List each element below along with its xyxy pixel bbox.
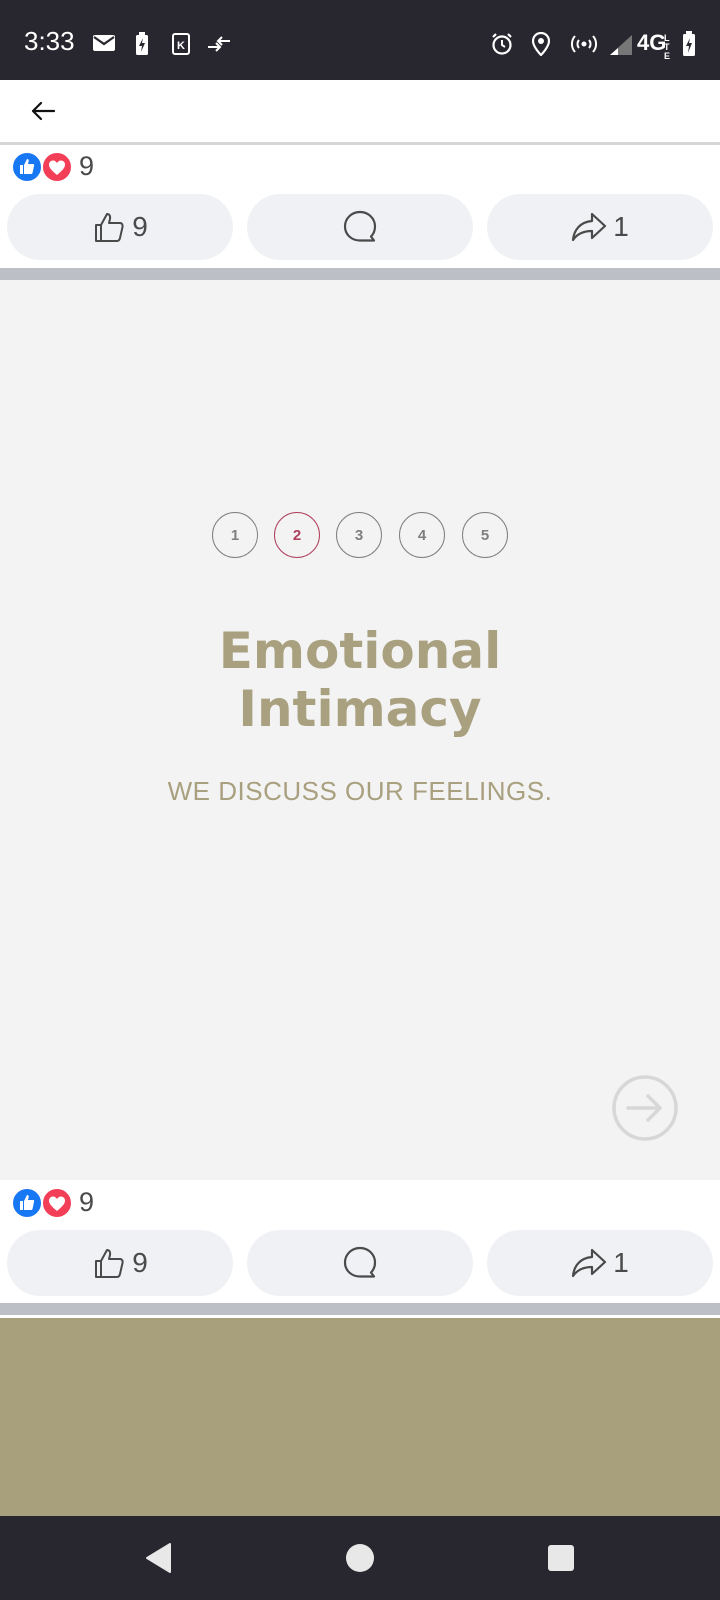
recents-square-icon[interactable] [547,1544,575,1572]
share-count: 1 [613,1247,629,1278]
like-button[interactable]: 9 [7,194,233,260]
reaction-summary[interactable]: 9 [0,145,720,191]
next-post-image[interactable] [0,1318,720,1516]
status-bar: 3:33 K 4G LTE [0,0,720,80]
post-divider [0,1303,720,1315]
post-action-bar: 9 1 [0,190,720,262]
step-indicator-1: 1 [212,512,258,558]
alarm-icon [492,33,512,55]
data-transfer-icon [208,36,230,52]
thumbs-up-icon [95,1249,124,1278]
love-reaction-icon [41,1187,73,1219]
lte-label: LTE [664,33,671,61]
share-icon [572,1248,607,1278]
arrow-left-icon[interactable] [30,100,56,122]
battery-icon [683,31,695,56]
card-subtitle: WE DISCUSS OUR FEELINGS. [167,776,553,806]
step-indicator-2: 2 [274,512,320,558]
k-app-icon: K [172,33,190,55]
mail-icon [93,35,115,51]
circle-arrow-right-icon[interactable] [612,1075,678,1141]
reaction-count: 9 [79,151,95,181]
like-reaction-icon [11,1187,43,1219]
battery-saver-icon [136,32,148,55]
thumbs-up-icon [95,213,124,242]
step-indicator-4: 4 [399,512,445,558]
step-indicator-3: 3 [336,512,382,558]
reaction-count: 9 [79,1187,95,1217]
home-circle-icon[interactable] [345,1543,375,1573]
comment-button[interactable] [247,194,473,260]
share-button[interactable]: 1 [487,194,713,260]
like-reaction-icon [11,151,43,183]
like-count: 9 [132,211,148,242]
card-title: Emotional Intimacy [0,622,720,738]
share-button[interactable]: 1 [487,1230,713,1296]
back-triangle-icon[interactable] [144,1542,174,1574]
like-button[interactable]: 9 [7,1230,233,1296]
post-image-card[interactable]: 1 2 3 4 5 Emotional Intimacy WE DISCUSS … [0,280,720,1180]
signal-icon [610,35,632,55]
step-indicator-5: 5 [462,512,508,558]
like-count: 9 [132,1247,148,1278]
share-count: 1 [613,211,629,242]
post-action-bar: 9 1 [0,1226,720,1298]
comment-icon [343,210,377,242]
card-title-line-2: Intimacy [238,680,482,738]
share-icon [572,212,607,242]
hotspot-icon [571,35,597,53]
network-type: 4G [637,30,667,55]
svg-text:K: K [177,40,185,52]
status-time: 3:33 [24,26,75,56]
app-bar [0,80,720,145]
system-nav-bar [0,1516,720,1600]
post-divider [0,268,720,280]
comment-button[interactable] [247,1230,473,1296]
love-reaction-icon [41,151,73,183]
location-icon [532,32,550,56]
card-title-line-1: Emotional [218,622,502,680]
reaction-summary[interactable]: 9 [0,1181,720,1227]
comment-icon [343,1246,377,1278]
